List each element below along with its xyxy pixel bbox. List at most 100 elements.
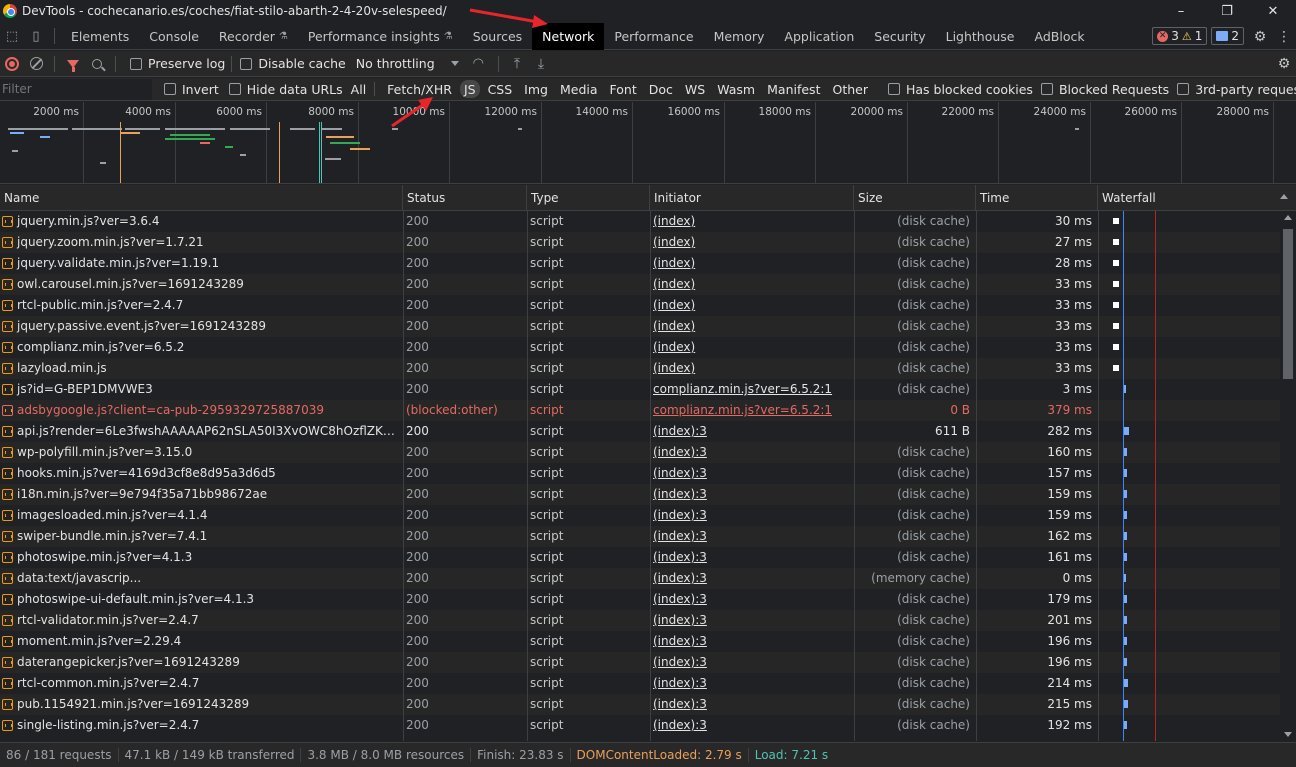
table-row[interactable]: imagesloaded.min.js?ver=4.1.4 200 script (i… (0, 505, 1280, 526)
request-initiator[interactable]: (index):3 (653, 715, 849, 736)
inspect-element-icon[interactable]: ⬚ (0, 23, 24, 49)
maximize-icon[interactable]: ❐ (1204, 0, 1250, 22)
table-row[interactable]: rtcl-validator.min.js?ver=2.4.7 200 script… (0, 610, 1280, 631)
request-initiator[interactable]: (index) (653, 316, 849, 337)
tab-performance-insights[interactable]: Performance insights ⚗ (298, 23, 463, 50)
tab-adblock[interactable]: AdBlock (1025, 23, 1095, 50)
filter-input[interactable] (0, 78, 152, 100)
request-initiator[interactable]: (index) (653, 295, 849, 316)
throttling-select[interactable]: No throttling (356, 56, 459, 71)
request-initiator[interactable]: (index) (653, 274, 849, 295)
table-row[interactable]: pub.1154921.min.js?ver=1691243289 200 scri… (0, 694, 1280, 715)
table-row[interactable]: moment.min.js?ver=2.29.4 200 script (index)… (0, 631, 1280, 652)
filter-type-ws[interactable]: WS (681, 80, 709, 98)
filter-type-doc[interactable]: Doc (645, 80, 677, 98)
table-row[interactable]: api.js?render=6Le3fwshAAAAAP62nSLA50I3Xv… (0, 421, 1280, 442)
column-header-size[interactable]: Size (854, 185, 976, 211)
request-initiator[interactable]: (index):3 (653, 610, 849, 631)
filter-type-other[interactable]: Other (828, 80, 872, 98)
table-row[interactable]: js?id=G-BEP1DMVWE3 200 script complianz.min… (0, 379, 1280, 400)
request-initiator[interactable]: complianz.min.js?ver=6.5.2:1 (653, 379, 849, 400)
column-header-waterfall[interactable]: Waterfall (1098, 185, 1296, 211)
network-settings-gear-icon[interactable]: ⚙ (1272, 56, 1296, 72)
issue-badges[interactable]: ✕ 3 ⚠ 1 2 (1152, 27, 1244, 45)
table-row[interactable]: swiper-bundle.min.js?ver=7.4.1 200 script (… (0, 526, 1280, 547)
table-row[interactable]: daterangepicker.js?ver=1691243289 200 scri… (0, 652, 1280, 673)
table-row[interactable]: photoswipe-ui-default.min.js?ver=4.1.3 20… (0, 589, 1280, 610)
checkbox-box[interactable] (164, 83, 176, 95)
invert-checkbox[interactable]: Invert (164, 82, 219, 97)
tab-elements[interactable]: Elements (61, 23, 139, 50)
tab-sources[interactable]: Sources (463, 23, 532, 50)
tab-security[interactable]: Security (864, 23, 935, 50)
errors-badge[interactable]: ✕ 3 ⚠ 1 (1152, 27, 1208, 45)
request-initiator[interactable]: (index):3 (653, 421, 849, 442)
request-initiator[interactable]: (index):3 (653, 442, 849, 463)
filter-type-manifest[interactable]: Manifest (763, 80, 824, 98)
messages-badge[interactable]: 2 (1211, 27, 1244, 45)
minimize-icon[interactable]: – (1158, 0, 1204, 22)
third-party-requests-checkbox[interactable]: 3rd-party requests (1177, 82, 1296, 97)
settings-gear-icon[interactable]: ⚙ (1248, 29, 1272, 45)
table-scrollbar[interactable] (1280, 211, 1296, 741)
table-row[interactable]: single-listing.min.js?ver=2.4.7 200 script… (0, 715, 1280, 736)
blocked-requests-checkbox[interactable]: Blocked Requests (1040, 82, 1169, 97)
request-initiator[interactable]: complianz.min.js?ver=6.5.2:1 (653, 400, 849, 421)
request-initiator[interactable]: (index):3 (653, 547, 849, 568)
filter-type-js[interactable]: JS (459, 80, 480, 98)
filter-type-fetch-xhr[interactable]: Fetch/XHR (383, 80, 456, 98)
has-blocked-cookies-checkbox[interactable]: Has blocked cookies (887, 82, 1033, 97)
network-conditions-icon[interactable]: ◠ (473, 56, 484, 71)
preserve-log-checkbox[interactable]: Preserve log (130, 56, 225, 71)
column-header-time[interactable]: Time (976, 185, 1098, 211)
hide-data-urls-checkbox[interactable]: Hide data URLs (228, 82, 343, 97)
table-row[interactable]: jquery.min.js?ver=3.6.4 200 script (index) (… (0, 211, 1280, 232)
filter-type-media[interactable]: Media (556, 80, 602, 98)
request-initiator[interactable]: (index):3 (653, 673, 849, 694)
tab-console[interactable]: Console (139, 23, 209, 50)
table-row[interactable]: owl.carousel.min.js?ver=1691243289 200 scr… (0, 274, 1280, 295)
table-row[interactable]: jquery.passive.event.js?ver=1691243289 20… (0, 316, 1280, 337)
table-row[interactable]: rtcl-common.min.js?ver=2.4.7 200 script (in… (0, 673, 1280, 694)
table-row[interactable]: jquery.validate.min.js?ver=1.19.1 200 scri… (0, 253, 1280, 274)
request-initiator[interactable]: (index):3 (653, 589, 849, 610)
record-button[interactable] (0, 52, 24, 76)
request-initiator[interactable]: (index) (653, 337, 849, 358)
filter-type-css[interactable]: CSS (484, 80, 517, 98)
table-row[interactable]: i18n.min.js?ver=9e794f35a71bb98672ae 200 s… (0, 484, 1280, 505)
tab-performance[interactable]: Performance (604, 23, 703, 50)
scroll-down-icon[interactable] (1284, 732, 1292, 737)
table-row[interactable]: hooks.min.js?ver=4169d3cf8e8d95a3d6d5 200… (0, 463, 1280, 484)
request-initiator[interactable]: (index):3 (653, 694, 849, 715)
search-button[interactable] (85, 52, 109, 76)
request-initiator[interactable]: (index):3 (653, 463, 849, 484)
checkbox-box[interactable] (228, 83, 241, 95)
table-row[interactable]: adsbygoogle.js?client=ca-pub-29593297258… (0, 400, 1280, 421)
filter-toggle-button[interactable] (61, 52, 85, 76)
tab-recorder[interactable]: Recorder ⚗ (209, 23, 298, 50)
request-initiator[interactable]: (index):3 (653, 568, 849, 589)
export-har-icon[interactable]: ⤓ (529, 56, 553, 72)
table-row[interactable]: complianz.min.js?ver=6.5.2 200 script (inde… (0, 337, 1280, 358)
filter-type-font[interactable]: Font (606, 80, 641, 98)
request-initiator[interactable]: (index):3 (653, 652, 849, 673)
column-header-type[interactable]: Type (527, 185, 650, 211)
request-initiator[interactable]: (index) (653, 232, 849, 253)
disable-cache-checkbox[interactable]: Disable cache (240, 56, 346, 71)
request-initiator[interactable]: (index) (653, 211, 849, 232)
more-options-icon[interactable]: ⋮ (1272, 29, 1296, 45)
import-har-icon[interactable]: ⤒ (505, 56, 529, 72)
filter-type-wasm[interactable]: Wasm (713, 80, 759, 98)
request-initiator[interactable]: (index):3 (653, 484, 849, 505)
table-row[interactable]: lazyload.min.js 200 script (index) (disk cac… (0, 358, 1280, 379)
close-icon[interactable]: ✕ (1250, 0, 1296, 22)
table-row[interactable]: photoswipe.min.js?ver=4.1.3 200 script (ind… (0, 547, 1280, 568)
tab-memory[interactable]: Memory (704, 23, 775, 50)
request-initiator[interactable]: (index):3 (653, 631, 849, 652)
checkbox-box[interactable] (1177, 83, 1190, 95)
checkbox-box[interactable] (1040, 83, 1053, 95)
tab-network[interactable]: Network (532, 22, 605, 50)
request-initiator[interactable]: (index):3 (653, 505, 849, 526)
filter-type-img[interactable]: Img (520, 80, 552, 98)
checkbox-box[interactable] (887, 83, 900, 95)
